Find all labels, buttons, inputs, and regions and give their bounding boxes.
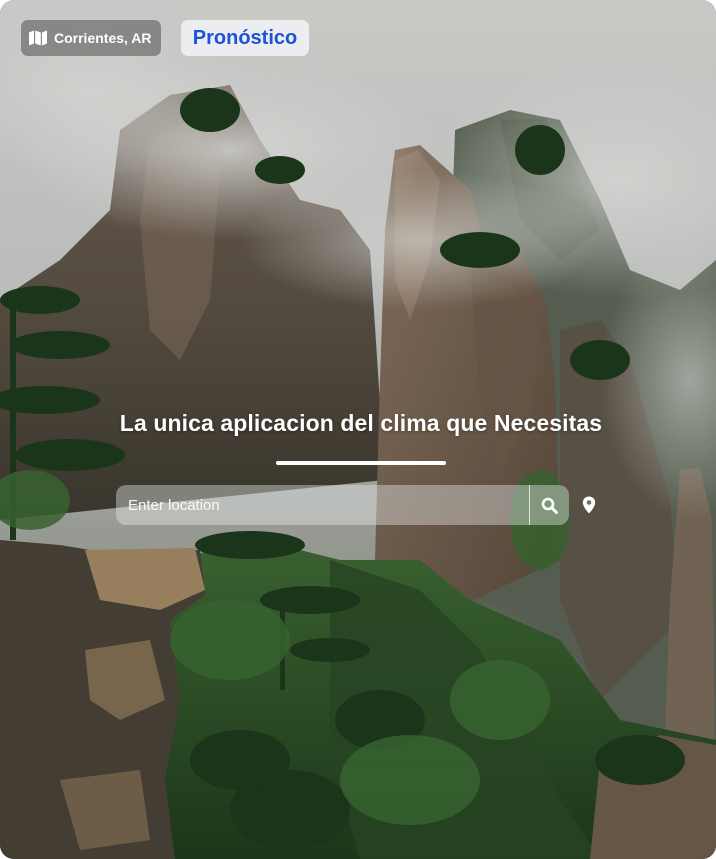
map-pin-icon <box>582 496 596 514</box>
hero-title: La unica aplicacion del clima que Necesi… <box>119 410 603 436</box>
weather-app: Corrientes, AR Pronóstico La unica aplic… <box>0 0 716 859</box>
location-search-input[interactable] <box>116 485 529 525</box>
forecast-button[interactable]: Pronóstico <box>181 20 309 56</box>
location-label: Corrientes, AR <box>54 30 152 46</box>
map-icon <box>29 30 47 46</box>
current-location-button[interactable] <box>578 494 600 516</box>
title-underline <box>276 461 446 465</box>
search-button[interactable] <box>530 485 569 525</box>
location-chip[interactable]: Corrientes, AR <box>21 20 161 56</box>
search-icon <box>541 497 558 514</box>
search-bar <box>116 485 569 525</box>
